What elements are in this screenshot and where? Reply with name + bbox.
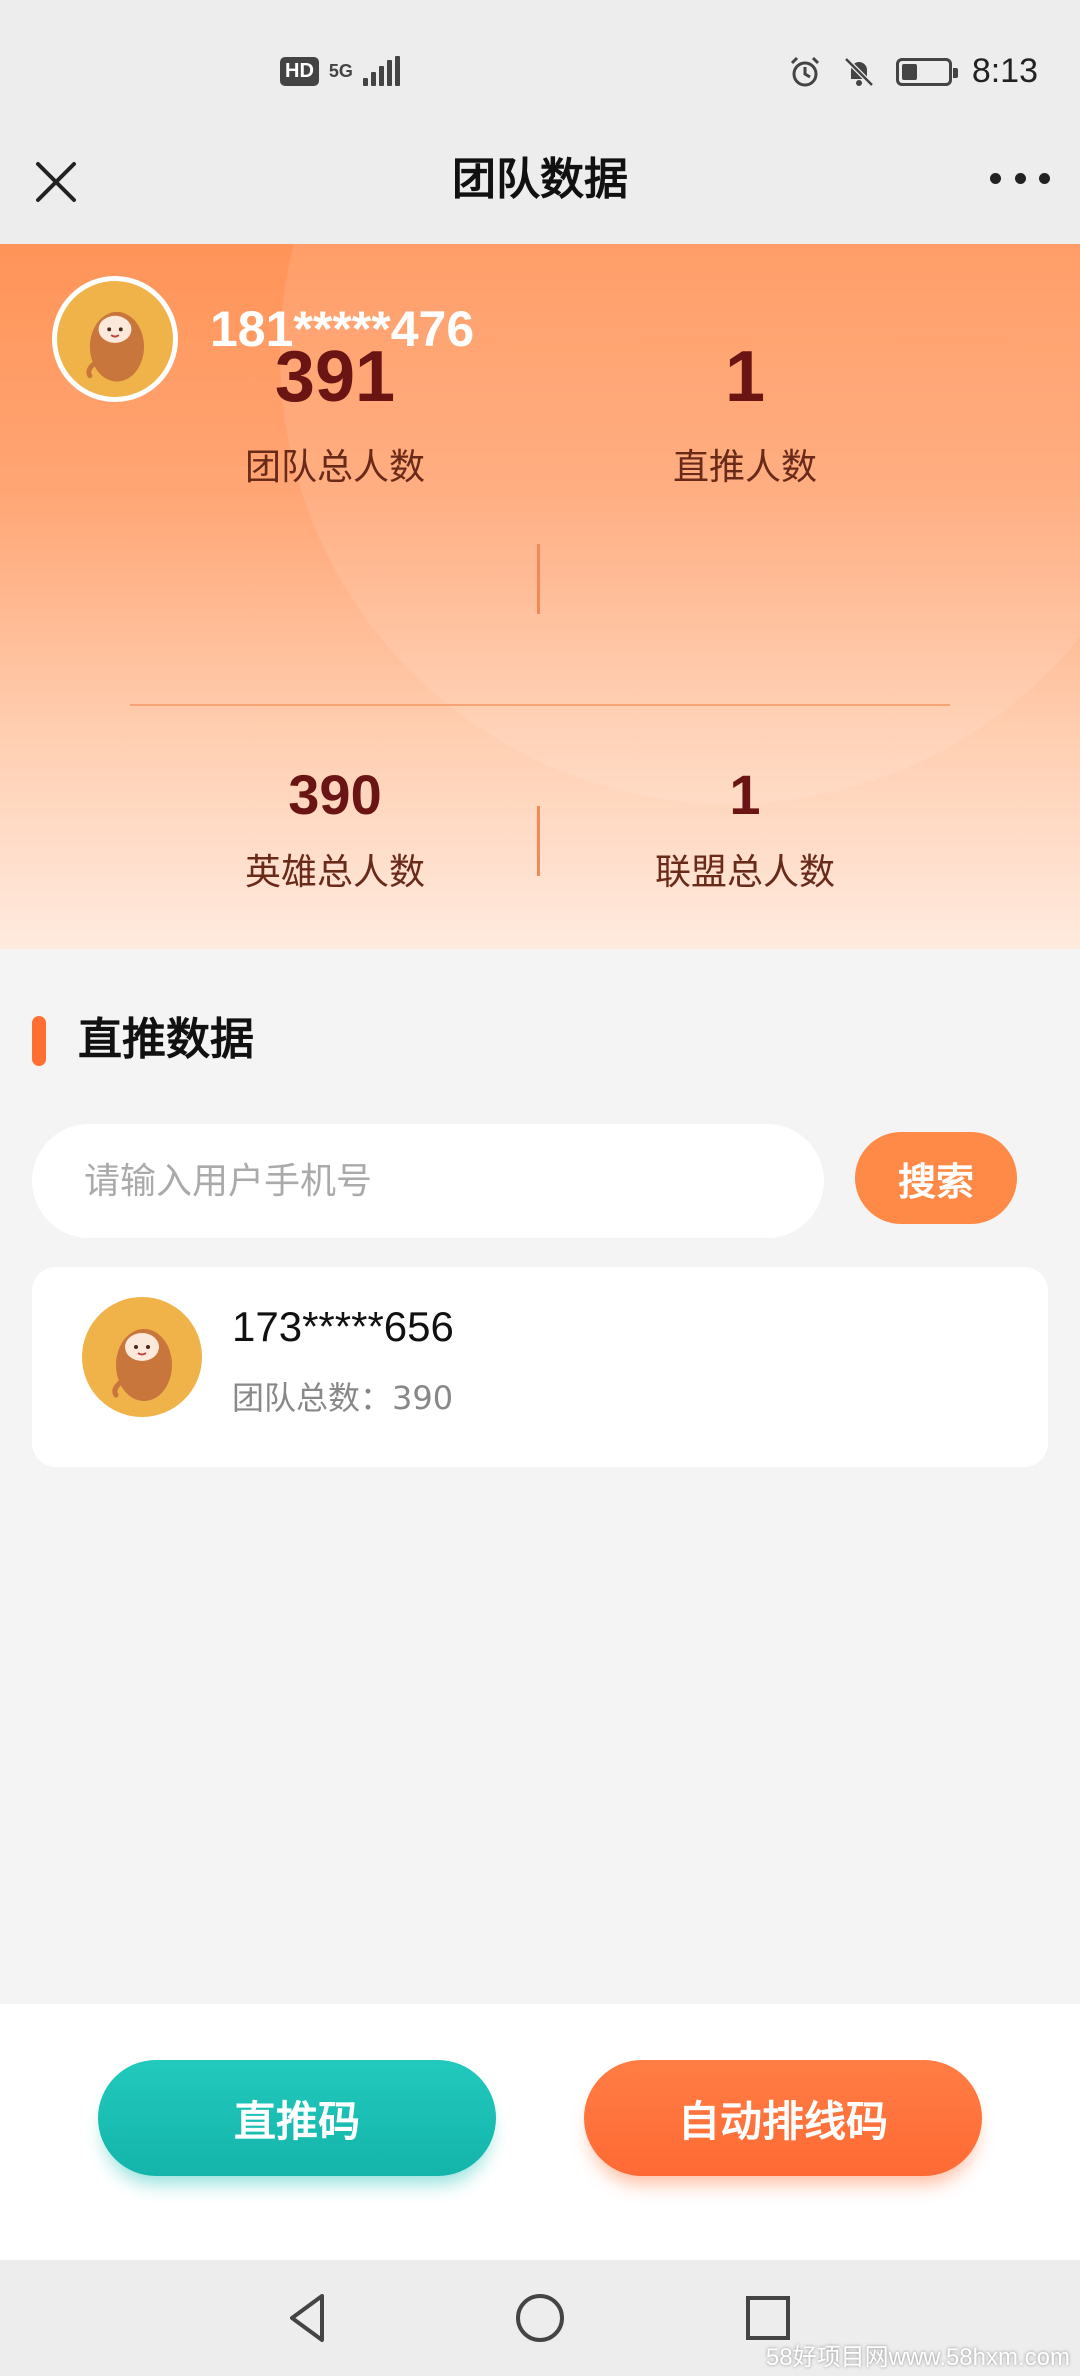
direct-code-button[interactable]: 直推码 [98,2060,496,2176]
clock: 8:13 [971,52,1038,90]
member-phone: 173*****656 [232,1303,454,1350]
nav-bar: 团队数据 [0,148,1080,244]
more-icon[interactable] [990,168,1050,188]
stat-value: 391 [274,337,396,417]
signal-icon [362,56,400,86]
stat-label: 联盟总人数 [654,852,835,893]
team-summary-card: 181*****476 391 团队总人数 1 直推人数 390 英雄总人数 1… [0,244,1080,949]
stat-divider-horizontal [130,704,950,706]
stat-alliance-total: 1 联盟总人数 [545,762,945,895]
stat-direct-count: 1 直推人数 [545,336,945,490]
section-accent-bar [32,1016,46,1066]
section-title: 直推数据 [78,1014,254,1065]
page-title: 团队数据 [452,154,628,205]
bottom-action-bar: 直推码 自动排线码 [0,2004,1080,2260]
stat-label: 直推人数 [672,447,817,488]
search-input[interactable] [32,1124,824,1238]
network-indicators: HD 5G [280,56,400,86]
status-icons: 8:13 [788,52,1038,91]
hd-badge: HD [280,56,319,86]
stat-hero-total: 390 英雄总人数 [135,762,535,895]
search-button[interactable]: 搜索 [855,1132,1017,1224]
stat-divider [537,544,540,614]
member-team-count: 团队总数：390 [232,1379,454,1417]
list-item[interactable]: 173*****656 团队总数：390 [32,1267,1048,1467]
stat-value: 1 [724,337,766,417]
avatar [82,1297,202,1417]
stat-label: 团队总人数 [244,447,425,488]
home-icon[interactable] [510,2288,570,2348]
stat-label: 英雄总人数 [244,852,425,893]
network-type-label: 5G [328,61,353,81]
battery-level [901,63,918,80]
alarm-icon [790,56,819,86]
stat-team-total: 391 团队总人数 [135,336,535,490]
auto-code-button[interactable]: 自动排线码 [584,2060,982,2176]
mascot-icon [112,1329,172,1401]
stat-divider [537,806,540,876]
system-nav-bar: 58好项目网www.58hxm.com [0,2260,1080,2376]
watermark: 58好项目网www.58hxm.com [765,2344,1070,2371]
status-bar: HD 5G 8:13 [0,0,1080,148]
mute-icon [844,56,874,87]
stat-value: 1 [729,763,761,826]
battery-icon [895,57,958,86]
stat-value: 390 [288,763,382,826]
back-icon[interactable] [278,2288,338,2348]
